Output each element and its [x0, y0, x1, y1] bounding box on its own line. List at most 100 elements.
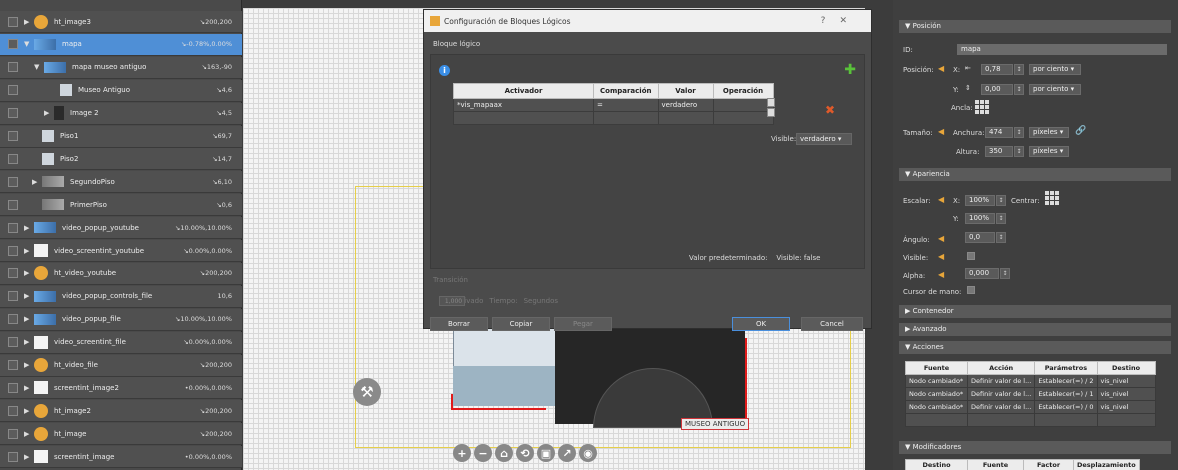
- modifiers-col-header[interactable]: Factor: [1023, 459, 1074, 470]
- height-spinner[interactable]: ↕: [1014, 146, 1024, 157]
- copy-button[interactable]: Copiar: [492, 317, 550, 331]
- expand-icon[interactable]: ▶: [24, 315, 30, 323]
- scale-y-field[interactable]: 100%: [965, 213, 995, 224]
- center-grid-icon[interactable]: [1045, 191, 1059, 205]
- layer-row[interactable]: ▶ ht_video_file ↘200,200: [0, 354, 242, 377]
- layer-row[interactable]: ▶ video_screentint_youtube ↘0.00%,0.00%: [0, 240, 242, 262]
- visibility-toggle-icon[interactable]: [8, 382, 18, 393]
- modifiers-col-header[interactable]: Destino: [905, 459, 968, 470]
- wrench-icon[interactable]: ⚒: [353, 378, 381, 406]
- actions-cell[interactable]: Definir valor de l...: [966, 400, 1036, 414]
- transition-time-field[interactable]: 1,000: [439, 296, 465, 306]
- link-icon[interactable]: 🔗: [1075, 126, 1086, 136]
- visibility-toggle-icon[interactable]: [8, 85, 18, 96]
- rotate-icon[interactable]: ⟲: [516, 444, 534, 462]
- logic-cell-operacion[interactable]: [712, 111, 774, 125]
- add-icon[interactable]: ✚: [844, 62, 856, 78]
- id-field[interactable]: mapa: [957, 44, 1167, 55]
- section-appearance-header[interactable]: ▼ Apariencia: [899, 168, 1171, 181]
- logic-col-header[interactable]: Operación: [712, 83, 774, 99]
- visibility-toggle-icon[interactable]: [8, 451, 18, 462]
- actions-col-header[interactable]: Acción: [966, 361, 1036, 375]
- x-unit-select[interactable]: por ciento ▾: [1029, 64, 1081, 75]
- actions-row[interactable]: Nodo cambiado* Definir valor de l... Estab…: [905, 387, 1156, 401]
- visibility-toggle-icon[interactable]: [8, 39, 18, 50]
- layer-row[interactable]: ▶ ht_video_youtube ↘200,200: [0, 262, 242, 285]
- actions-cell[interactable]: [966, 413, 1036, 427]
- logic-cell-valor[interactable]: verdadero: [657, 98, 714, 112]
- paste-button[interactable]: Pegar: [554, 317, 612, 331]
- expand-icon[interactable]: ▶: [24, 18, 30, 26]
- actions-cell[interactable]: Definir valor de l...: [966, 387, 1036, 401]
- alpha-spinner[interactable]: ↕: [1000, 268, 1010, 279]
- actions-col-header[interactable]: Fuente: [905, 361, 968, 375]
- modifiers-col-header[interactable]: Fuente: [967, 459, 1024, 470]
- expand-icon[interactable]: ▶: [24, 224, 30, 232]
- logic-row[interactable]: *vis_mapaax = verdadero: [453, 98, 774, 112]
- external-icon[interactable]: ↗: [558, 444, 576, 462]
- actions-row[interactable]: Nodo cambiado* Definir valor de l... Estab…: [905, 400, 1156, 414]
- fit-icon[interactable]: ▣: [537, 444, 555, 462]
- layer-row[interactable]: Piso2 ↘14,7: [0, 148, 242, 171]
- actions-cell[interactable]: [1096, 413, 1156, 427]
- target-icon[interactable]: ◉: [579, 444, 597, 462]
- visibility-toggle-icon[interactable]: [8, 153, 18, 164]
- expand-icon[interactable]: ▼: [34, 63, 40, 71]
- visibility-toggle-icon[interactable]: [8, 314, 18, 325]
- visibility-toggle-icon[interactable]: [8, 268, 18, 279]
- width-unit-select[interactable]: píxeles ▾: [1029, 127, 1069, 138]
- layer-row[interactable]: ▶ ht_image2 ↘200,200: [0, 400, 242, 423]
- home-icon[interactable]: ⌂: [495, 444, 513, 462]
- expand-icon[interactable]: ▶: [24, 247, 30, 255]
- actions-cell[interactable]: [905, 413, 968, 427]
- visible-anchor-icon[interactable]: ◀: [938, 252, 944, 261]
- section-position-header[interactable]: ▼ Posición: [899, 20, 1171, 33]
- alpha-anchor-icon[interactable]: ◀: [938, 270, 944, 279]
- logic-cell-activador[interactable]: *vis_mapaax: [453, 98, 594, 112]
- map-label-museo[interactable]: MUSEO ANTIGUO: [681, 418, 750, 430]
- alpha-field[interactable]: 0,000: [965, 268, 999, 279]
- logic-cell-valor[interactable]: [657, 111, 714, 125]
- actions-col-header[interactable]: Parámetros: [1034, 361, 1098, 375]
- zoom-in-icon[interactable]: +: [453, 444, 471, 462]
- logic-cell-operacion[interactable]: [712, 98, 774, 112]
- y-align-icon[interactable]: ⇕: [965, 84, 971, 92]
- visible-checkbox[interactable]: [967, 252, 975, 260]
- position-anchor-icon[interactable]: ◀: [938, 64, 944, 73]
- actions-cell[interactable]: Establecer(=) / 2: [1034, 374, 1098, 388]
- actions-cell[interactable]: [1034, 413, 1098, 427]
- layer-row[interactable]: Museo Antiguo ↘4,6: [0, 79, 242, 102]
- layer-row[interactable]: PrimerPiso ↘0,6: [0, 194, 242, 217]
- actions-row[interactable]: [905, 413, 1156, 427]
- logic-col-header[interactable]: Activador: [453, 83, 594, 99]
- logic-cell-comparacion[interactable]: =: [593, 98, 659, 112]
- layer-row[interactable]: ▶ video_popup_file ↘10.00%,10.00%: [0, 308, 242, 331]
- height-unit-select[interactable]: píxeles ▾: [1029, 146, 1069, 157]
- expand-icon[interactable]: ▶: [24, 269, 30, 277]
- layer-row[interactable]: ▶ video_popup_youtube ↘10.00%,10.00%: [0, 217, 242, 240]
- layer-row[interactable]: ▶ video_screentint_file ↘0.00%,0.00%: [0, 331, 242, 354]
- row-remove-icon[interactable]: [767, 98, 775, 107]
- layer-row[interactable]: ▶ Image 2 ↘4,5: [0, 102, 242, 125]
- height-field[interactable]: 350: [985, 146, 1013, 157]
- visibility-toggle-icon[interactable]: [8, 337, 18, 348]
- visibility-toggle-icon[interactable]: [8, 108, 18, 119]
- section-modifiers-header[interactable]: ▼ Modificadores: [899, 441, 1171, 454]
- layer-row[interactable]: ▶ SegundoPiso ↘6,10: [0, 171, 242, 194]
- visibility-toggle-icon[interactable]: [8, 360, 18, 370]
- actions-cell[interactable]: Establecer(=) / 1: [1034, 387, 1098, 401]
- angle-spinner[interactable]: ↕: [996, 232, 1006, 243]
- x-align-icon[interactable]: ⇤: [965, 64, 971, 72]
- logic-col-header[interactable]: Valor: [657, 83, 714, 99]
- layer-row[interactable]: ▼ mapa museo antiguo ↘163,-90: [0, 56, 242, 79]
- y-field[interactable]: 0,00: [981, 84, 1013, 95]
- visible-select[interactable]: verdadero ▾: [796, 133, 852, 145]
- logic-row[interactable]: [453, 111, 774, 125]
- info-icon[interactable]: i: [439, 65, 450, 76]
- actions-cell[interactable]: vis_nivel: [1096, 374, 1156, 388]
- actions-cell[interactable]: Nodo cambiado*: [905, 374, 968, 388]
- y-spinner[interactable]: ↕: [1014, 84, 1024, 95]
- expand-icon[interactable]: ▶: [24, 384, 30, 392]
- actions-cell[interactable]: Nodo cambiado*: [905, 400, 968, 414]
- layer-row[interactable]: ▶ screentint_image2 •0.00%,0.00%: [0, 377, 242, 400]
